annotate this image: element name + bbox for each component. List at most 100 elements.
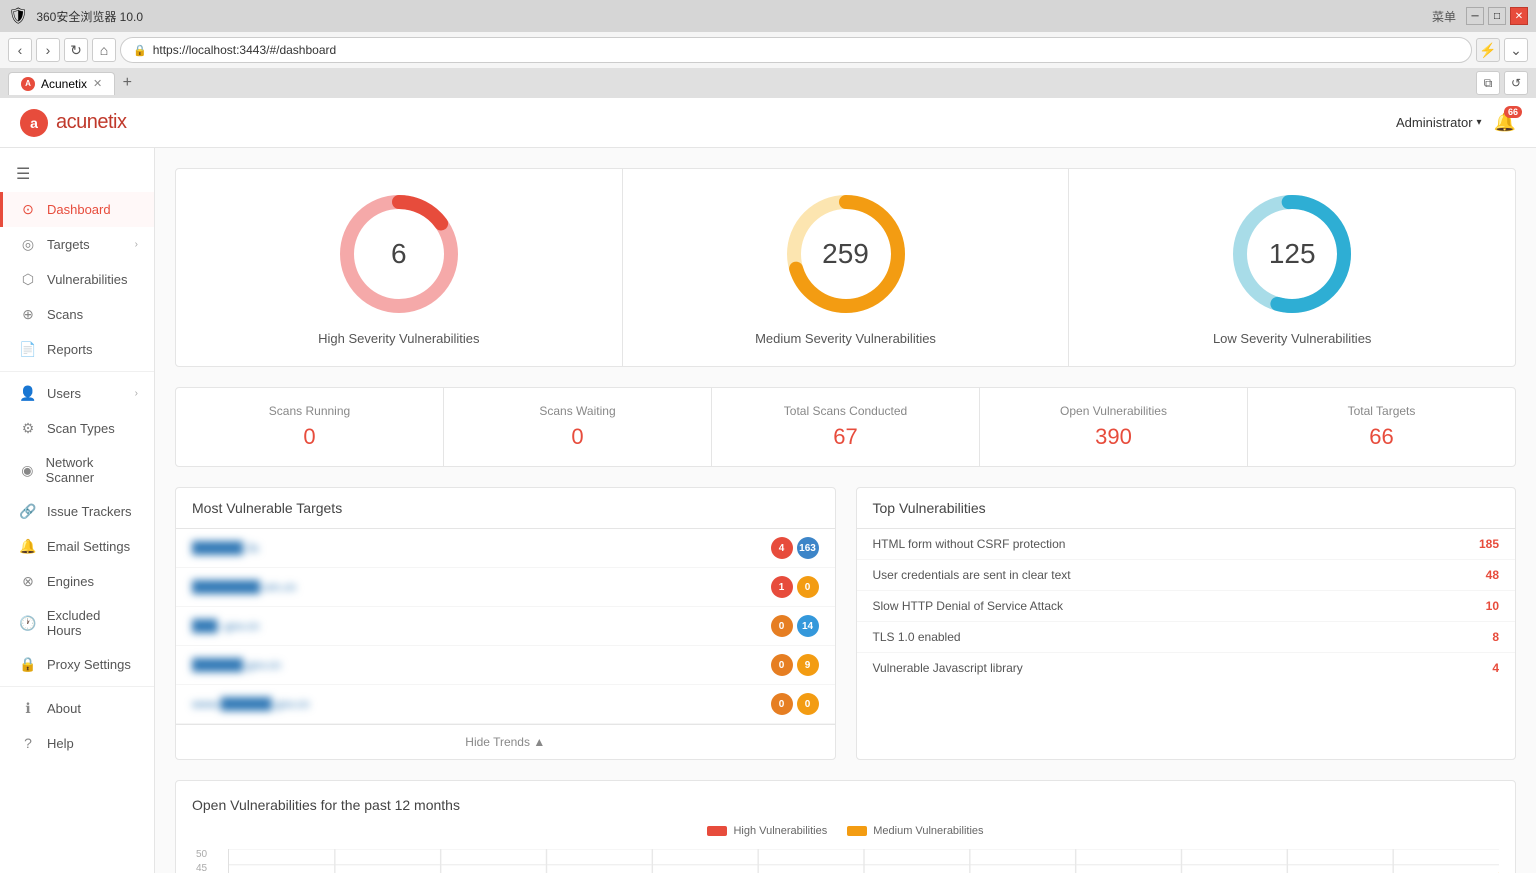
app-logo: a acunetix — [20, 109, 127, 137]
stat-label-total-scans: Total Scans Conducted — [784, 404, 907, 418]
refresh-button[interactable]: ↻ — [64, 38, 88, 62]
sidebar-menu-toggle[interactable]: ☰ — [0, 156, 154, 192]
chevron-down-button[interactable]: ⌄ — [1504, 38, 1528, 62]
logo-icon: a — [20, 109, 48, 137]
new-tab-button[interactable]: + — [115, 71, 139, 95]
vuln-count-4: 4 — [1492, 661, 1499, 675]
stat-value-total-targets: 66 — [1369, 424, 1393, 450]
sidebar-item-scan-types[interactable]: ⚙ Scan Types — [0, 411, 154, 446]
browser-tab[interactable]: A Acunetix ✕ — [8, 72, 115, 95]
sidebar-item-excluded-hours[interactable]: 🕐 Excluded Hours — [0, 599, 154, 647]
sidebar-item-targets[interactable]: ◎ Targets › — [0, 227, 154, 262]
sidebar-item-email-settings[interactable]: 🔔 Email Settings — [0, 529, 154, 564]
home-button[interactable]: ⌂ — [92, 38, 116, 62]
vuln-row-2: Slow HTTP Denial of Service Attack 10 — [857, 591, 1516, 622]
forward-button[interactable]: › — [36, 38, 60, 62]
sidebar-item-dashboard[interactable]: ⊙ Dashboard — [0, 192, 154, 227]
network-scanner-icon: ◉ — [19, 462, 36, 479]
stat-scans-waiting: Scans Waiting 0 — [444, 388, 712, 466]
minimize-button[interactable]: ─ — [1466, 7, 1484, 25]
legend-medium-label: Medium Vulnerabilities — [873, 825, 983, 837]
top-vulnerabilities-panel: Top Vulnerabilities HTML form without CS… — [856, 487, 1517, 760]
sidebar-item-scans[interactable]: ⊕ Scans — [0, 297, 154, 332]
vuln-row-3: TLS 1.0 enabled 8 — [857, 622, 1516, 653]
sidebar-item-about[interactable]: ℹ About — [0, 691, 154, 726]
stat-value-open-vulnerabilities: 390 — [1095, 424, 1132, 450]
stat-value-scans-waiting: 0 — [571, 424, 583, 450]
high-severity-label: High Severity Vulnerabilities — [318, 331, 479, 346]
bottom-section: Most Vulnerable Targets ██████.3s 4 163 … — [175, 487, 1516, 760]
sidebar-item-vulnerabilities[interactable]: ⬡ Vulnerabilities — [0, 262, 154, 297]
sidebar-item-network-scanner[interactable]: ◉ Network Scanner — [0, 446, 154, 494]
app-header: a acunetix Administrator ▾ 🔔 66 — [0, 98, 1536, 148]
about-icon: ℹ — [19, 700, 37, 717]
sidebar-label-help: Help — [47, 736, 74, 751]
chart-legend: High Vulnerabilities Medium Vulnerabilit… — [192, 825, 1499, 837]
medium-severity-donut: 259 — [781, 189, 911, 319]
tab-close-icon[interactable]: ✕ — [93, 77, 102, 90]
target-name-1: ████████.om.cn — [192, 580, 767, 594]
sidebar-divider-2 — [0, 686, 154, 687]
sidebar-item-reports[interactable]: 📄 Reports — [0, 332, 154, 367]
logo-text: acunetix — [56, 111, 127, 134]
scan-types-icon: ⚙ — [19, 420, 37, 437]
reports-icon: 📄 — [19, 341, 37, 358]
sidebar-item-proxy-settings[interactable]: 🔒 Proxy Settings — [0, 647, 154, 682]
area-chart — [228, 849, 1499, 873]
hide-trends-button[interactable]: Hide Trends ▲ — [176, 724, 835, 759]
duplicate-tab-button[interactable]: ⧉ — [1476, 71, 1500, 95]
sidebar-label-engines: Engines — [47, 574, 94, 589]
target-medium-badge-3: 9 — [797, 654, 819, 676]
browser-title-bar: 🛡 360安全浏览器 10.0 菜单 ─ □ ✕ ‹ › ↻ ⌂ 🔒 https… — [0, 0, 1536, 98]
sidebar-label-about: About — [47, 701, 81, 716]
vuln-count-1: 48 — [1486, 568, 1499, 582]
back-button[interactable]: ‹ — [8, 38, 32, 62]
low-severity-value: 125 — [1269, 238, 1316, 270]
restore-tab-button[interactable]: ↺ — [1504, 71, 1528, 95]
target-high-badge-1: 1 — [771, 576, 793, 598]
vuln-count-3: 8 — [1492, 630, 1499, 644]
sidebar-label-email-settings: Email Settings — [47, 539, 130, 554]
vuln-row-4: Vulnerable Javascript library 4 — [857, 653, 1516, 683]
target-medium-badge-4: 0 — [797, 693, 819, 715]
vuln-name-0: HTML form without CSRF protection — [873, 537, 1479, 551]
app-container: ☰ ⊙ Dashboard ◎ Targets › ⬡ Vulnerabilit… — [0, 148, 1536, 873]
notification-button[interactable]: 🔔 66 — [1494, 112, 1516, 133]
sidebar-item-help[interactable]: ? Help — [0, 726, 154, 760]
stat-value-scans-running: 0 — [303, 424, 315, 450]
stat-label-scans-waiting: Scans Waiting — [539, 404, 615, 418]
sidebar-item-users[interactable]: 👤 Users › — [0, 376, 154, 411]
engines-icon: ⊗ — [19, 573, 37, 590]
medium-severity-value: 259 — [822, 238, 869, 270]
medium-severity-label: Medium Severity Vulnerabilities — [755, 331, 936, 346]
scans-icon: ⊕ — [19, 306, 37, 323]
users-chevron-icon: › — [135, 388, 138, 399]
y-axis-labels: 50 45 40 35 30 25 — [196, 849, 207, 873]
sidebar-item-issue-trackers[interactable]: 🔗 Issue Trackers — [0, 494, 154, 529]
address-bar[interactable]: 🔒 https://localhost:3443/#/dashboard — [120, 37, 1472, 63]
sidebar-item-engines[interactable]: ⊗ Engines — [0, 564, 154, 599]
help-icon: ? — [19, 735, 37, 751]
email-settings-icon: 🔔 — [19, 538, 37, 555]
lightning-button[interactable]: ⚡ — [1476, 38, 1500, 62]
sidebar-label-excluded-hours: Excluded Hours — [47, 608, 138, 638]
most-vulnerable-panel: Most Vulnerable Targets ██████.3s 4 163 … — [175, 487, 836, 760]
vuln-name-3: TLS 1.0 enabled — [873, 630, 1493, 644]
excluded-hours-icon: 🕐 — [19, 615, 37, 632]
target-name-4: www.██████.gov.cn — [192, 697, 767, 711]
open-vulnerabilities-chart-section: Open Vulnerabilities for the past 12 mon… — [175, 780, 1516, 873]
y-label-45: 45 — [196, 863, 207, 873]
high-severity-donut: 6 — [334, 189, 464, 319]
proxy-settings-icon: 🔒 — [19, 656, 37, 673]
vuln-count-0: 185 — [1479, 537, 1499, 551]
stat-label-scans-running: Scans Running — [269, 404, 350, 418]
stat-total-scans: Total Scans Conducted 67 — [712, 388, 980, 466]
vuln-count-2: 10 — [1486, 599, 1499, 613]
lock-icon: 🔒 — [133, 44, 147, 57]
legend-high-label: High Vulnerabilities — [733, 825, 827, 837]
maximize-button[interactable]: □ — [1488, 7, 1506, 25]
close-button[interactable]: ✕ — [1510, 7, 1528, 25]
target-medium-badge-1: 0 — [797, 576, 819, 598]
admin-dropdown[interactable]: Administrator ▾ — [1396, 115, 1482, 130]
tab-label: Acunetix — [41, 77, 87, 91]
